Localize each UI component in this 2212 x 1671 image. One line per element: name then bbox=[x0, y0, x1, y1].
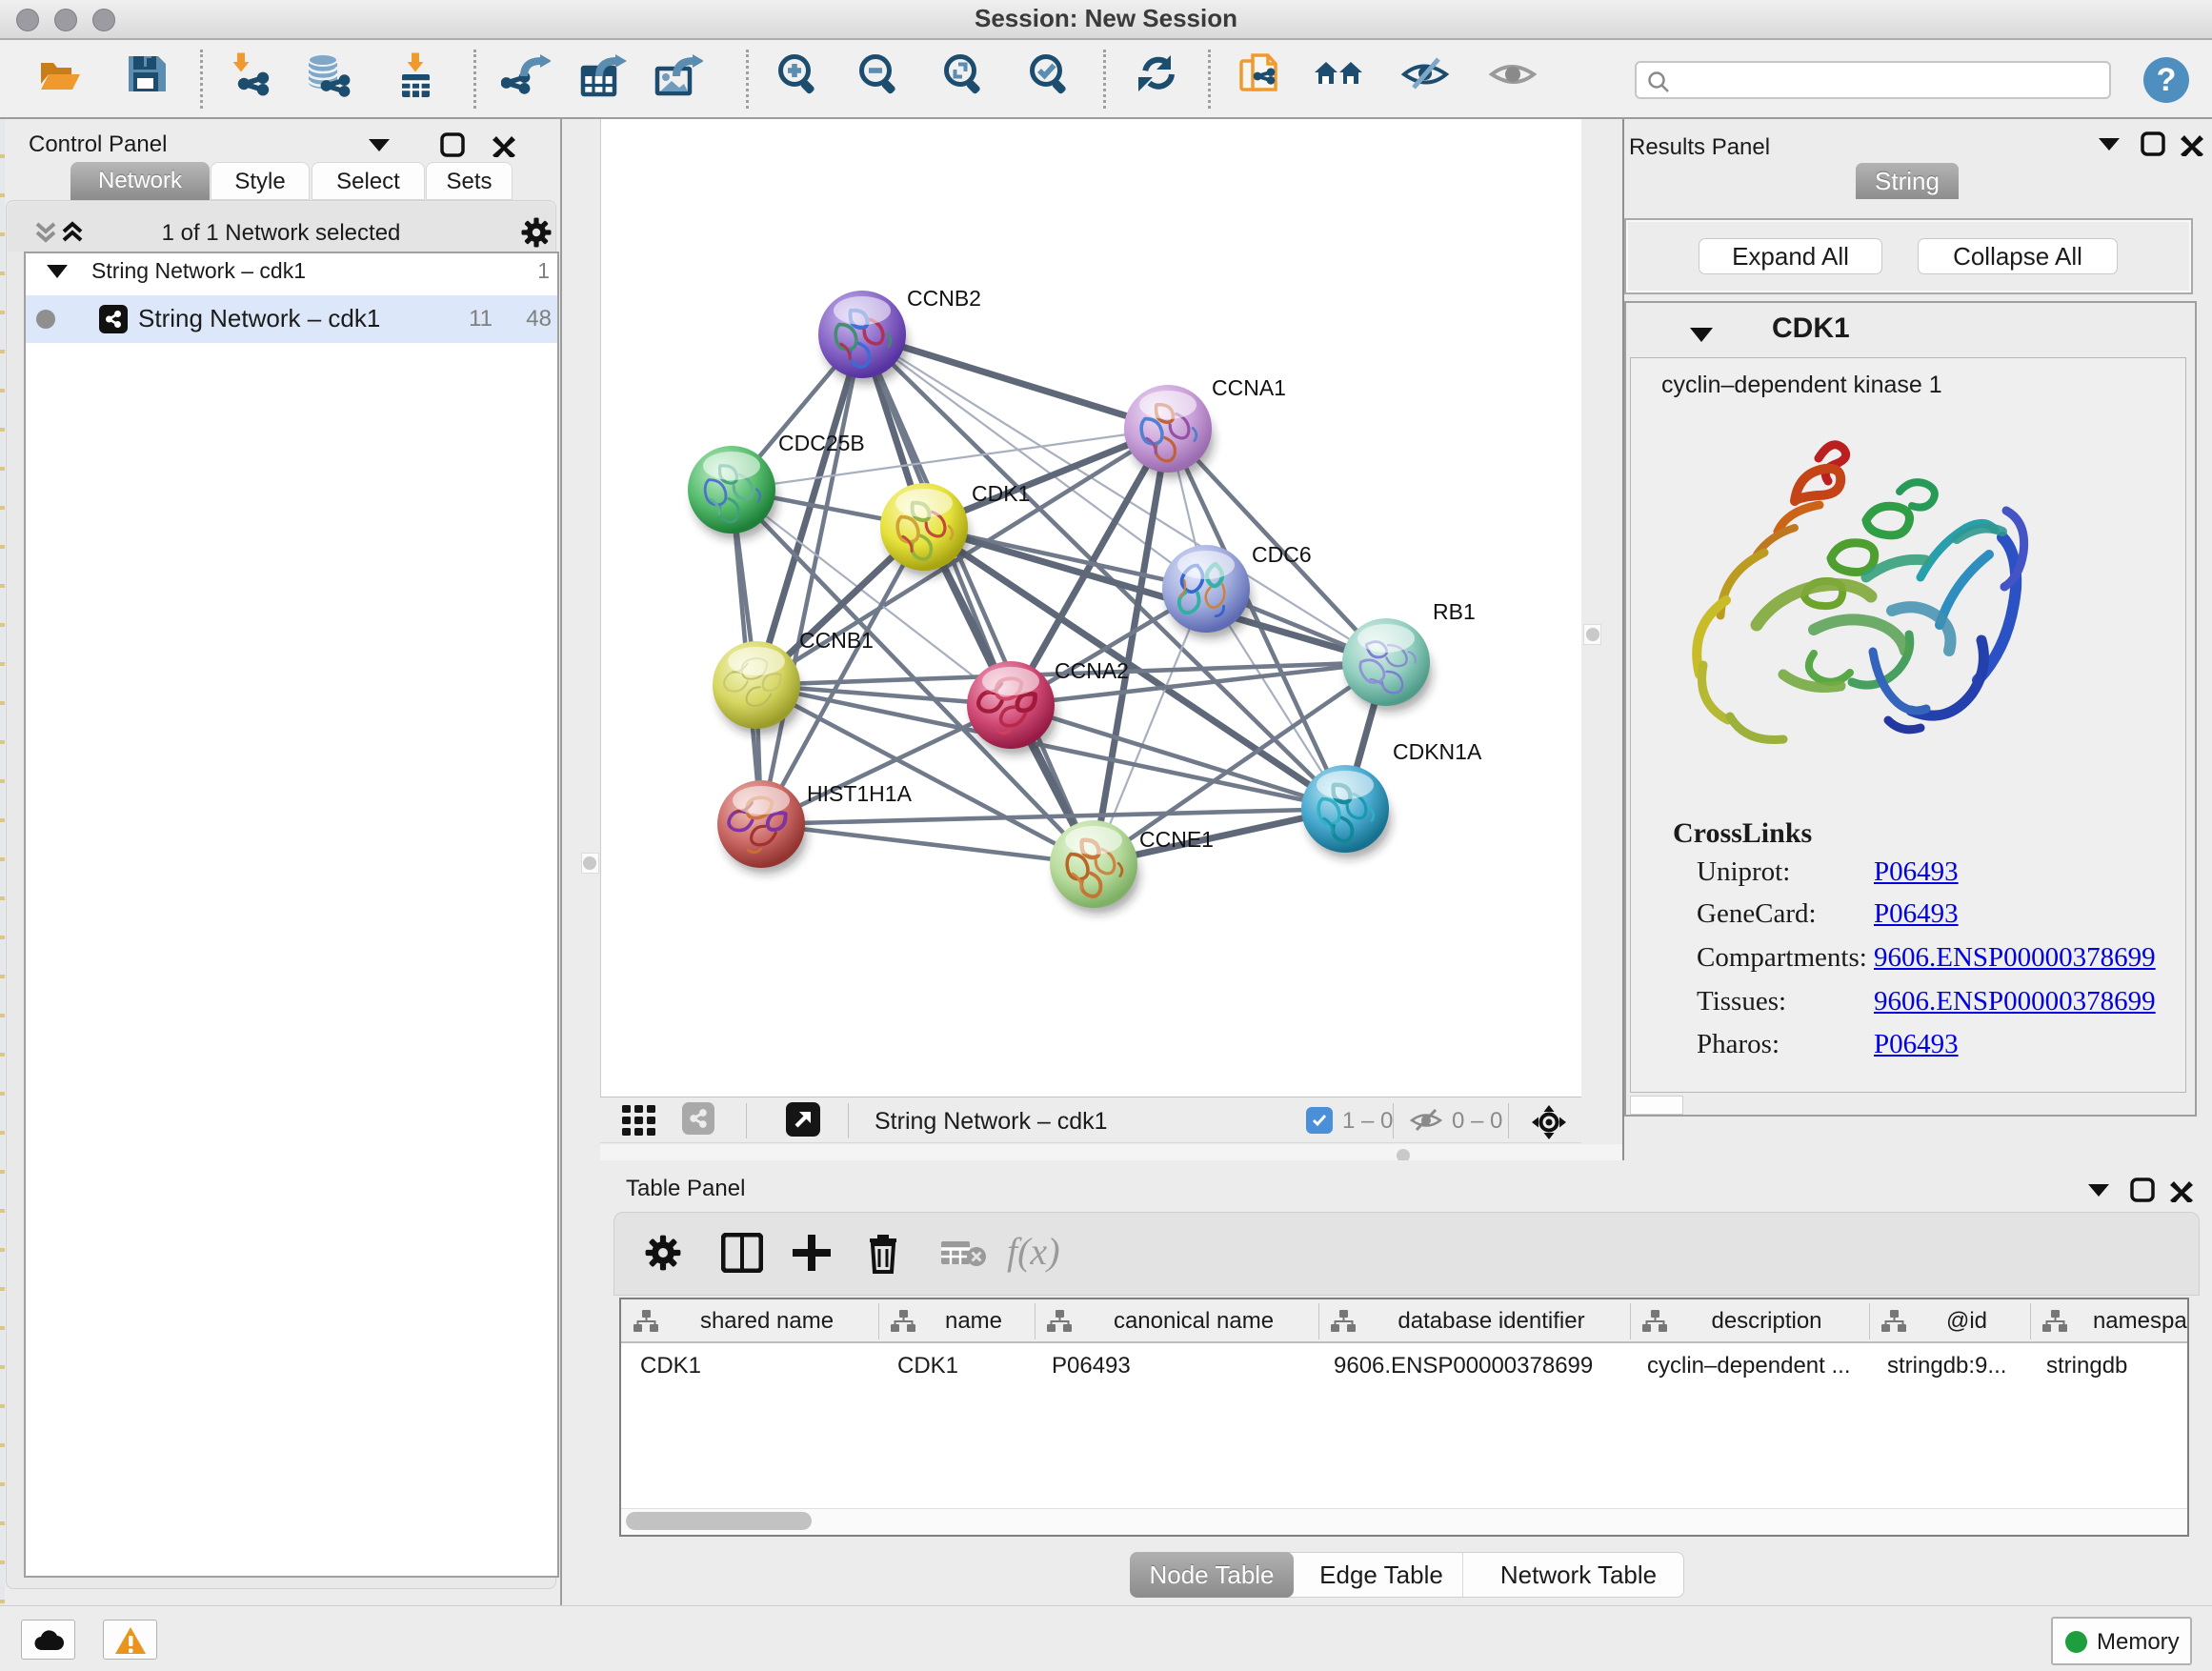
svg-text:HIST1H1A: HIST1H1A bbox=[807, 781, 913, 806]
svg-text:CCNA1: CCNA1 bbox=[1212, 375, 1286, 400]
svg-text:RB1: RB1 bbox=[1433, 599, 1476, 624]
svg-text:CDK1: CDK1 bbox=[972, 481, 1030, 506]
svg-text:CCNE1: CCNE1 bbox=[1139, 827, 1214, 852]
svg-text:CCNA2: CCNA2 bbox=[1055, 658, 1129, 683]
svg-text:CDC6: CDC6 bbox=[1252, 542, 1312, 567]
svg-text:CCNB1: CCNB1 bbox=[799, 628, 874, 653]
svg-text:CDC25B: CDC25B bbox=[778, 431, 865, 455]
svg-text:CCNB2: CCNB2 bbox=[907, 286, 981, 311]
svg-text:CDKN1A: CDKN1A bbox=[1393, 739, 1482, 764]
